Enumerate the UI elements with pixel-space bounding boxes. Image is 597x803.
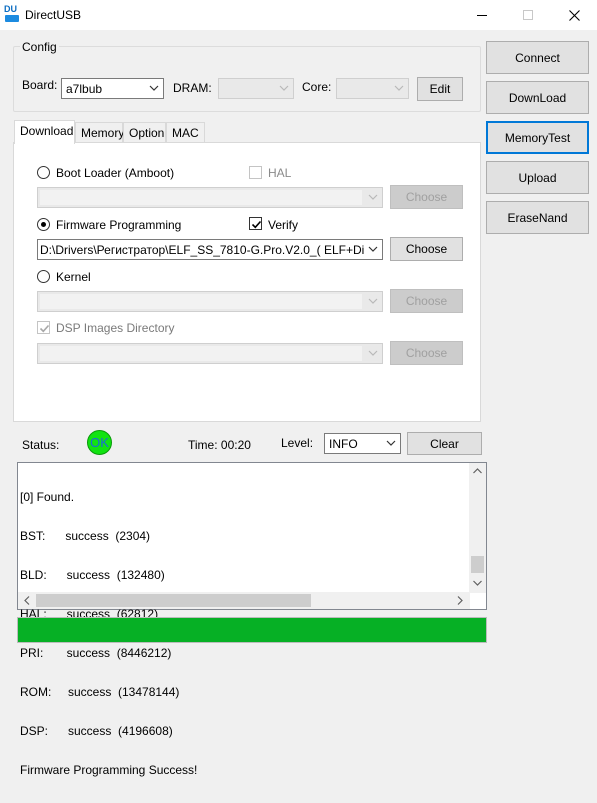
status-indicator: OK xyxy=(87,430,112,455)
verify-checkbox[interactable] xyxy=(249,217,262,230)
kernel-label: Kernel xyxy=(56,270,91,284)
chevron-down-icon xyxy=(279,82,289,94)
window-title: DirectUSB xyxy=(25,8,82,22)
level-value: INFO xyxy=(329,437,358,451)
chevron-down-icon xyxy=(368,243,378,255)
upload-button[interactable]: Upload xyxy=(486,161,589,194)
tab-option[interactable]: Option xyxy=(123,122,166,143)
log-line: BLD: success (132480) xyxy=(20,568,165,582)
firmware-programming-radio[interactable] xyxy=(37,218,50,231)
chevron-down-icon xyxy=(368,191,378,203)
log-line: [0] Found. xyxy=(20,490,75,504)
title-bar: DU DirectUSB xyxy=(0,0,597,30)
log-line: BST: success (2304) xyxy=(20,529,151,543)
horizontal-scroll-thumb[interactable] xyxy=(36,594,311,607)
scroll-down-icon[interactable] xyxy=(473,580,482,586)
connect-button[interactable]: Connect xyxy=(486,41,589,74)
chevron-down-icon xyxy=(149,82,159,94)
firmware-programming-label: Firmware Programming xyxy=(56,218,182,232)
close-button[interactable] xyxy=(551,0,597,30)
elapsed-time: Time: 00:20 xyxy=(188,438,251,452)
app-logo-icon: DU xyxy=(4,5,20,23)
tab-memory[interactable]: Memory xyxy=(75,122,124,143)
log-line: PRI: success (8446212) xyxy=(20,646,172,660)
boot-loader-label: Boot Loader (Amboot) xyxy=(56,166,175,180)
download-button[interactable]: DownLoad xyxy=(486,81,589,114)
scroll-right-icon[interactable] xyxy=(457,596,463,605)
firmware-path-select[interactable]: D:\Drivers\Регистратор\ELF_SS_7810-G.Pro… xyxy=(37,239,383,260)
log-line: DSP: success (4196608) xyxy=(20,724,173,738)
boot-loader-choose-button[interactable]: Choose xyxy=(390,185,463,209)
minimize-button[interactable] xyxy=(459,0,505,30)
tab-mac[interactable]: MAC xyxy=(166,122,205,143)
vertical-scroll-thumb[interactable] xyxy=(471,556,484,573)
board-value: a7lbub xyxy=(66,82,103,96)
vertical-scrollbar[interactable] xyxy=(469,463,486,593)
firmware-choose-button[interactable]: Choose xyxy=(390,237,463,261)
level-label: Level: xyxy=(281,436,314,450)
close-icon xyxy=(568,9,580,21)
log-line: Firmware Programming Success! xyxy=(20,763,198,777)
minimize-icon xyxy=(477,14,487,16)
core-select[interactable] xyxy=(336,78,409,99)
edit-button[interactable]: Edit xyxy=(417,77,463,101)
dsp-choose-button[interactable]: Choose xyxy=(390,341,463,365)
boot-loader-radio[interactable] xyxy=(37,166,50,179)
progress-bar xyxy=(17,617,487,643)
level-select[interactable]: INFO xyxy=(324,433,401,454)
tab-download[interactable]: Download xyxy=(14,120,75,144)
checkmark-icon xyxy=(251,220,262,229)
scroll-left-icon[interactable] xyxy=(24,596,30,605)
maximize-button[interactable] xyxy=(505,0,551,30)
dsp-images-checkbox[interactable] xyxy=(37,321,50,334)
boot-loader-path-select[interactable] xyxy=(37,187,383,208)
board-label: Board: xyxy=(22,78,58,92)
status-label: Status: xyxy=(22,438,60,452)
chevron-down-icon xyxy=(386,437,396,449)
hal-label: HAL xyxy=(268,166,292,180)
kernel-radio[interactable] xyxy=(37,270,50,283)
dram-select[interactable] xyxy=(218,78,294,99)
progress-fill xyxy=(18,618,486,642)
checkmark-icon xyxy=(39,324,50,333)
kernel-path-select[interactable] xyxy=(37,291,383,312)
clear-button[interactable]: Clear xyxy=(407,432,482,455)
dram-label: DRAM: xyxy=(173,81,212,95)
verify-label: Verify xyxy=(268,218,299,232)
chevron-down-icon xyxy=(394,82,404,94)
board-select[interactable]: a7lbub xyxy=(61,78,164,99)
dsp-path-select[interactable] xyxy=(37,343,383,364)
hal-checkbox[interactable] xyxy=(249,166,262,179)
kernel-choose-button[interactable]: Choose xyxy=(390,289,463,313)
config-group-label: Config xyxy=(20,40,59,54)
maximize-icon xyxy=(523,10,533,20)
chevron-down-icon xyxy=(368,295,378,307)
erase-nand-button[interactable]: EraseNand xyxy=(486,201,589,234)
log-output[interactable]: [0] Found. BST: success (2304) BLD: succ… xyxy=(17,462,487,777)
horizontal-scrollbar[interactable] xyxy=(18,592,470,609)
dsp-images-label: DSP Images Directory xyxy=(56,321,175,335)
scroll-up-icon[interactable] xyxy=(473,468,482,474)
firmware-path: D:\Drivers\Регистратор\ELF_SS_7810-G.Pro… xyxy=(40,243,365,257)
log-line: ROM: success (13478144) xyxy=(20,685,180,699)
memory-test-button[interactable]: MemoryTest xyxy=(486,121,589,154)
core-label: Core: xyxy=(302,80,332,94)
chevron-down-icon xyxy=(368,347,378,359)
